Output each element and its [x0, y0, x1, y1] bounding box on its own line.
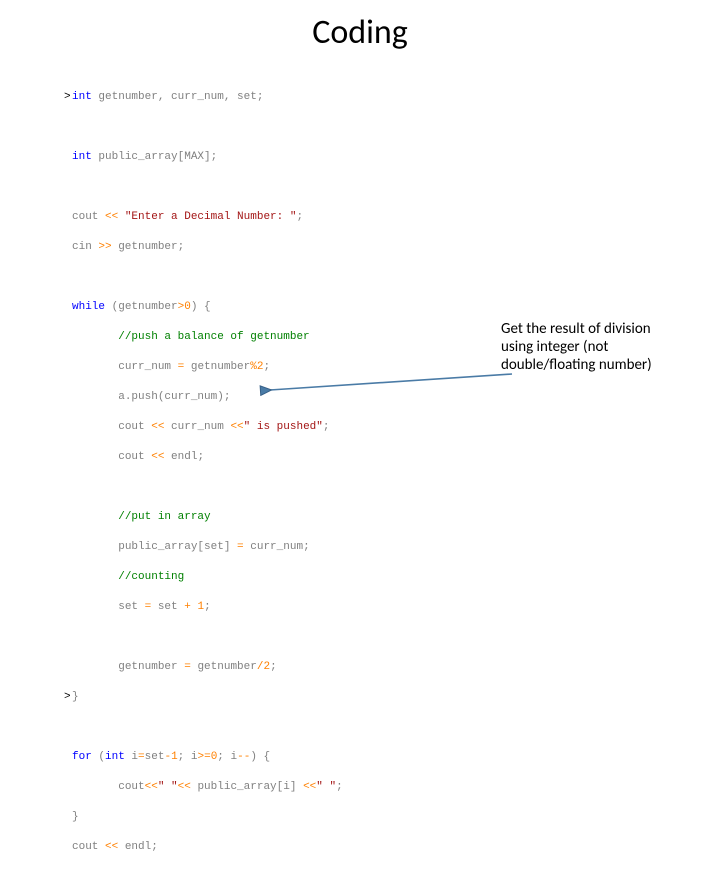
code-token: ;: [336, 781, 343, 793]
code-token: endl;: [118, 841, 158, 853]
annotation-text: Get the result of division using integer…: [501, 320, 686, 374]
code-token: 2: [263, 661, 270, 673]
code-token: /: [257, 661, 264, 673]
code-token: //counting: [118, 571, 184, 583]
code-token: "Enter a Decimal Number: ": [118, 211, 296, 223]
code-token: }: [72, 811, 79, 823]
code-token: endl;: [164, 451, 204, 463]
code-token: <<: [178, 781, 191, 793]
code-token: <<: [230, 421, 243, 433]
code-token: getnumber: [191, 661, 257, 673]
code-token: =: [145, 601, 152, 613]
code-token: " is pushed": [244, 421, 323, 433]
code-token: curr_num: [164, 421, 230, 433]
code-token: 1: [171, 751, 178, 763]
code-token: int: [72, 91, 92, 103]
code-token: 1: [191, 601, 204, 613]
code-token: //put in array: [118, 511, 210, 523]
code-token: set: [151, 601, 184, 613]
code-token: =: [138, 751, 145, 763]
code-token: >>: [98, 241, 111, 253]
code-token: %: [250, 361, 257, 373]
annotation-line: Get the result of division: [501, 320, 686, 338]
code-token: a.push(curr_num);: [118, 391, 230, 403]
arrow-icon: [262, 372, 522, 412]
code-token: getnumber: [118, 661, 184, 673]
code-token: public_array[set]: [118, 541, 237, 553]
code-token: =: [184, 661, 191, 673]
code-token: curr_num;: [244, 541, 310, 553]
code-token: getnumber;: [112, 241, 185, 253]
code-token: getnumber, curr_num, set;: [92, 91, 264, 103]
code-token: set: [145, 751, 165, 763]
annotation-line: using integer (not: [501, 338, 686, 356]
code-token: <<: [145, 781, 158, 793]
code-token: set: [118, 601, 144, 613]
code-token: i: [125, 751, 138, 763]
code-token: " ": [316, 781, 336, 793]
code-token: --: [237, 751, 250, 763]
caret-icon: >: [64, 690, 71, 705]
code-token: ;: [270, 661, 277, 673]
code-token: -: [164, 751, 171, 763]
code-token: cout: [118, 781, 144, 793]
code-token: cout: [118, 451, 151, 463]
code-token: <<: [151, 451, 164, 463]
code-token: <<: [105, 211, 118, 223]
code-token: ;: [296, 211, 303, 223]
code-token: public_array[MAX];: [92, 151, 217, 163]
code-token: getnumber: [184, 361, 250, 373]
code-block: >int getnumber, curr_num, set; int publi…: [72, 75, 343, 870]
code-token: int: [105, 751, 125, 763]
annotation-line: double/floating number): [501, 356, 686, 374]
code-token: ) {: [250, 751, 270, 763]
code-token: cout: [72, 841, 105, 853]
code-token: cout: [72, 211, 105, 223]
slide-title: Coding: [0, 0, 720, 53]
code-token: ) {: [191, 301, 211, 313]
code-token: for: [72, 751, 92, 763]
code-token: int: [72, 151, 92, 163]
code-token: while: [72, 301, 105, 313]
code-token: <<: [105, 841, 118, 853]
code-token: cout: [118, 421, 151, 433]
code-token: 0: [211, 751, 218, 763]
caret-icon: >: [64, 90, 71, 105]
code-token: =: [237, 541, 244, 553]
code-token: cin: [72, 241, 98, 253]
code-token: 0: [184, 301, 191, 313]
code-token: }: [72, 691, 79, 703]
code-token: >=: [197, 751, 210, 763]
code-token: public_array[i]: [191, 781, 303, 793]
code-token: " ": [158, 781, 178, 793]
code-token: ; i: [178, 751, 198, 763]
code-token: (: [92, 751, 105, 763]
code-token: ;: [323, 421, 330, 433]
code-token: //push a balance of getnumber: [118, 331, 309, 343]
code-token: ;: [204, 601, 211, 613]
code-token: <<: [303, 781, 316, 793]
code-token: +: [184, 601, 191, 613]
code-token: curr_num: [118, 361, 177, 373]
code-token: ; i: [217, 751, 237, 763]
code-token: <<: [151, 421, 164, 433]
code-token: (getnumber: [105, 301, 178, 313]
